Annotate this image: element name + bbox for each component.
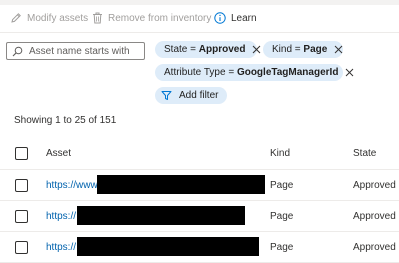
- row-checkbox[interactable]: [15, 241, 28, 254]
- asset-link[interactable]: https://www.: [46, 180, 100, 191]
- modify-assets-button[interactable]: Modify assets: [10, 11, 88, 27]
- learn-button[interactable]: Learn: [214, 11, 257, 27]
- filter-value: Page: [303, 44, 328, 55]
- info-icon: [214, 11, 226, 27]
- state-cell: Approved: [353, 211, 396, 222]
- table-row[interactable]: https:// Page Approved: [0, 232, 399, 263]
- filter-pill-state[interactable]: State = Approved: [155, 41, 261, 58]
- redaction-block: [97, 175, 265, 194]
- redaction-block: [77, 206, 245, 225]
- filter-key: Attribute Type: [164, 67, 226, 78]
- filter-pill-state-text: State = Approved: [164, 44, 245, 55]
- filter-pill-kind[interactable]: Kind = Page: [263, 41, 343, 58]
- search-input[interactable]: [29, 44, 135, 58]
- state-cell: Approved: [353, 242, 396, 253]
- top-strip: [0, 0, 399, 5]
- trash-icon: [92, 12, 103, 27]
- close-icon[interactable]: [252, 45, 261, 54]
- learn-label: Learn: [231, 13, 257, 24]
- filter-key: State: [164, 44, 188, 55]
- toolbar-divider: [0, 32, 399, 33]
- remove-from-inventory-button[interactable]: Remove from inventory: [92, 11, 211, 27]
- search-icon: [12, 46, 23, 57]
- column-header-kind[interactable]: Kind: [270, 148, 290, 159]
- column-header-state[interactable]: State: [353, 148, 376, 159]
- filter-value: Approved: [198, 44, 246, 55]
- close-icon[interactable]: [334, 45, 343, 54]
- asset-link[interactable]: https://: [46, 211, 76, 222]
- filter-pill-attribute-type[interactable]: Attribute Type = GoogleTagManagerId: [155, 64, 354, 81]
- column-header-asset[interactable]: Asset: [46, 148, 71, 159]
- filter-op: =: [228, 67, 235, 78]
- row-checkbox[interactable]: [15, 210, 28, 223]
- funnel-icon: [161, 90, 172, 101]
- kind-cell: Page: [270, 242, 294, 253]
- filter-value: GoogleTagManagerId: [236, 67, 339, 78]
- table-header-row: Asset Kind State: [0, 137, 399, 170]
- asset-table: Asset Kind State https://www. Page Appro…: [0, 137, 399, 263]
- results-count: Showing 1 to 25 of 151: [14, 115, 117, 126]
- command-bar: Modify assets Remove from inventory Lear…: [0, 8, 399, 30]
- add-filter-label: Add filter: [179, 90, 219, 101]
- filter-op: =: [190, 44, 196, 55]
- add-filter-button[interactable]: Add filter: [155, 87, 228, 104]
- modify-assets-label: Modify assets: [27, 13, 89, 24]
- kind-cell: Page: [270, 180, 294, 191]
- filter-pill-attribute-text: Attribute Type = GoogleTagManagerId: [164, 67, 338, 78]
- kind-cell: Page: [270, 211, 294, 222]
- remove-from-inventory-label: Remove from inventory: [108, 13, 212, 24]
- redaction-block: [77, 237, 259, 256]
- asset-name-search[interactable]: [6, 42, 145, 60]
- row-checkbox[interactable]: [15, 179, 28, 192]
- filter-key: Kind: [272, 44, 293, 55]
- select-all-checkbox[interactable]: [15, 147, 28, 160]
- filter-op: =: [294, 44, 301, 55]
- table-row[interactable]: https://www. Page Approved: [0, 170, 399, 201]
- asset-link[interactable]: https://: [46, 242, 76, 253]
- table-row[interactable]: https:// Page Approved: [0, 201, 399, 232]
- pencil-icon: [10, 12, 22, 27]
- state-cell: Approved: [353, 180, 396, 191]
- filter-pill-kind-text: Kind = Page: [272, 44, 327, 55]
- close-icon[interactable]: [345, 68, 354, 77]
